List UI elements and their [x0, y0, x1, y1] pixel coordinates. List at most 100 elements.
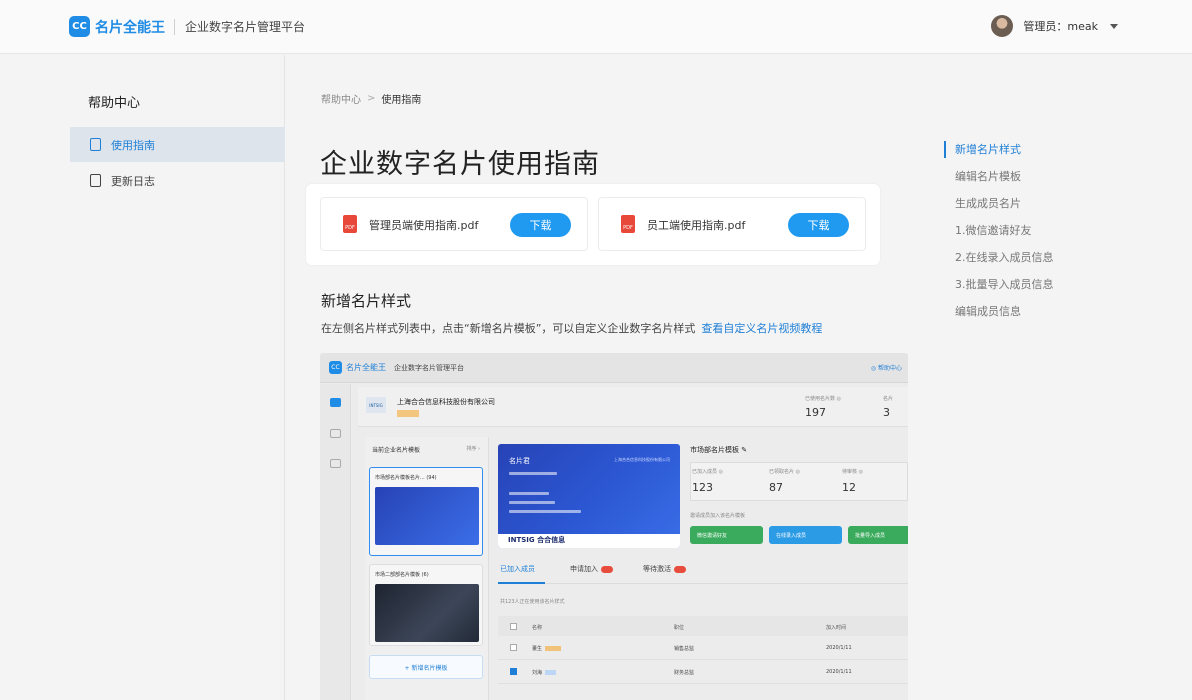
table-of-contents: 新增名片样式 编辑名片模板 生成成员名片 1.微信邀请好友 2.在线录入成员信息… — [944, 140, 1054, 329]
toc-item[interactable]: 编辑成员信息 — [946, 302, 1054, 329]
file-name: 管理员端使用指南.pdf — [369, 219, 479, 232]
tab-waiting: 等待激活 — [643, 564, 686, 574]
stat-cards: 名片 3 — [883, 396, 894, 419]
template-info-title: 市场部名片模板 ✎ — [690, 446, 748, 454]
template-thumbnail — [375, 487, 479, 545]
card-line — [509, 492, 549, 495]
member-note: 共123人正在使用该名片样式 — [500, 599, 565, 605]
breadcrumb-separator: > — [367, 93, 376, 104]
member-role: 财务总监 — [674, 670, 695, 676]
table-row: 刘海 财务总监 2020/1/11 — [498, 661, 908, 684]
table-header: 名称 职位 加入时间 — [498, 616, 908, 636]
toc-item[interactable]: 2.在线录入成员信息 — [946, 248, 1054, 275]
member-date: 2020/1/11 — [826, 645, 852, 651]
tab-active-indicator — [498, 582, 545, 584]
template-card: 市场二部部名片模板 (6) — [369, 564, 483, 646]
video-tutorial-link[interactable]: 查看自定义名片视频教程 — [701, 322, 822, 335]
section-text: 在左侧名片样式列表中，点击“新增名片模板”，可以自定义企业数字名片样式 — [321, 322, 696, 335]
download-button[interactable]: 下载 — [510, 213, 571, 237]
template-name: 市场部名片模板名片... (94) — [375, 475, 437, 481]
tab-joined: 已加入成员 — [500, 565, 535, 573]
pdf-icon: PDF — [343, 215, 357, 233]
section-description: 在左侧名片样式列表中，点击“新增名片模板”，可以自定义企业数字名片样式 查看自定义… — [321, 320, 822, 336]
wechat-invite-button: 微信邀请好友 — [690, 526, 763, 544]
shot-company-bar: INTSIG 上海合合信息科技股份有限公司 已使用名片数 ◎ 197 名片 3 — [358, 387, 908, 427]
shot-header: CC 名片全能王 企业数字名片管理平台 ◎ 帮助中心 — [320, 353, 908, 383]
breadcrumb: 帮助中心 > 使用指南 — [321, 91, 421, 106]
card-brand: INTSIG 合合信息 — [508, 536, 566, 544]
admin-tag — [545, 646, 562, 651]
card-preview: 名片君 上海合合信息科技股份有限公司 INTSIG 合合信息 — [498, 444, 680, 548]
download-panel: PDF 管理员端使用指南.pdf 下载 PDF 员工端使用指南.pdf 下载 — [306, 184, 880, 265]
toc-item[interactable]: 3.批量导入成员信息 — [946, 275, 1054, 302]
template-list-panel: 当前企业名片模板 排序 › 市场部名片模板名片... (94) 市场二部部名片模… — [365, 437, 489, 700]
member-name: 董生 — [532, 645, 562, 652]
breadcrumb-parent[interactable]: 帮助中心 — [321, 91, 361, 106]
col-role: 职位 — [674, 625, 685, 631]
template-thumbnail — [375, 584, 479, 642]
toc-item[interactable]: 新增名片样式 — [944, 140, 1054, 167]
company-name: 上海合合信息科技股份有限公司 — [397, 398, 495, 406]
shot-logo: CC 名片全能王 企业数字名片管理平台 — [329, 361, 464, 374]
logo-mark-icon: CC — [329, 361, 342, 374]
folder-icon — [330, 459, 341, 468]
bulk-import-button: 批量导入成员 — [848, 526, 908, 544]
guide-screenshot: CC 名片全能王 企业数字名片管理平台 ◎ 帮助中心 INTSIG 上海合合信息… — [320, 353, 908, 700]
table-row: 董生 销售总监 2020/1/11 — [498, 637, 908, 660]
col-name: 名称 — [532, 625, 543, 631]
calendar-icon — [90, 174, 101, 187]
company-logo: INTSIG — [366, 397, 386, 413]
sidebar-item-guide[interactable]: 使用指南 — [70, 127, 285, 162]
section-title: 新增名片样式 — [321, 292, 412, 310]
sidebar-item-changelog[interactable]: 更新日志 — [70, 163, 285, 198]
member-role: 销售总监 — [674, 646, 695, 652]
user-name[interactable]: 管理员：meak — [1023, 18, 1098, 34]
user-menu[interactable]: 管理员：meak — [991, 15, 1118, 37]
avatar[interactable] — [991, 15, 1014, 37]
template-stats: 已加入成员 ◎ 123 已领取名片 ◎ 87 待审核 ◎ 12 — [690, 462, 908, 501]
platform-name: 企业数字名片管理平台 — [185, 20, 306, 34]
sort-label: 排序 › — [466, 446, 480, 452]
card-line — [509, 510, 581, 513]
row-checkbox — [510, 644, 517, 651]
toc-item[interactable]: 编辑名片模板 — [946, 167, 1054, 194]
template-info: 市场部名片模板 ✎ 已加入成员 ◎ 123 已领取名片 ◎ 87 待审核 ◎ 12 邀… — [690, 443, 908, 553]
card-line — [509, 472, 557, 475]
file-name: 员工端使用指南.pdf — [647, 219, 746, 232]
member-tag — [545, 670, 557, 675]
card-company: 上海合合信息科技股份有限公司 — [614, 457, 670, 462]
select-all-checkbox — [510, 623, 517, 630]
member-date: 2020/1/11 — [826, 669, 852, 675]
online-entry-button: 在线录入成员 — [769, 526, 842, 544]
breadcrumb-current: 使用指南 — [381, 95, 422, 106]
template-card: 市场部名片模板名片... (94) — [369, 467, 483, 556]
caret-down-icon[interactable] — [1110, 23, 1118, 29]
card-icon — [330, 398, 341, 407]
template-name: 市场二部部名片模板 (6) — [375, 572, 429, 578]
card-line — [509, 501, 555, 504]
app-logo[interactable]: CC 名片全能王 企业数字名片管理平台 — [69, 16, 305, 37]
logo-divider — [174, 18, 175, 35]
sidebar-item-label: 使用指南 — [111, 138, 155, 152]
stat-joined: 已加入成员 ◎ 123 — [692, 469, 723, 494]
building-icon — [330, 429, 341, 438]
stat-used: 已使用名片数 ◎ 197 — [805, 396, 841, 419]
row-checkbox — [510, 668, 517, 675]
shot-app-name: 名片全能王 — [346, 363, 386, 372]
sidebar-title: 帮助中心 — [88, 96, 141, 111]
col-date: 加入时间 — [826, 625, 847, 631]
shot-rail — [320, 384, 351, 700]
toc-item[interactable]: 生成成员名片 — [946, 194, 1054, 221]
document-icon — [90, 138, 101, 151]
logo-mark-icon: CC — [69, 16, 90, 37]
top-header: CC 名片全能王 企业数字名片管理平台 管理员：meak — [0, 0, 1192, 54]
download-card-admin: PDF 管理员端使用指南.pdf 下载 — [320, 197, 588, 251]
toc-item[interactable]: 1.微信邀请好友 — [946, 221, 1054, 248]
sidebar-item-label: 更新日志 — [111, 174, 155, 188]
member-name: 刘海 — [532, 669, 557, 676]
download-button[interactable]: 下载 — [788, 213, 849, 237]
shot-help-link: ◎ 帮助中心 — [870, 365, 902, 372]
page-title: 企业数字名片使用指南 — [320, 149, 600, 180]
sidebar: 帮助中心 使用指南 更新日志 — [0, 55, 285, 700]
shot-app-sub: 企业数字名片管理平台 — [394, 363, 464, 372]
